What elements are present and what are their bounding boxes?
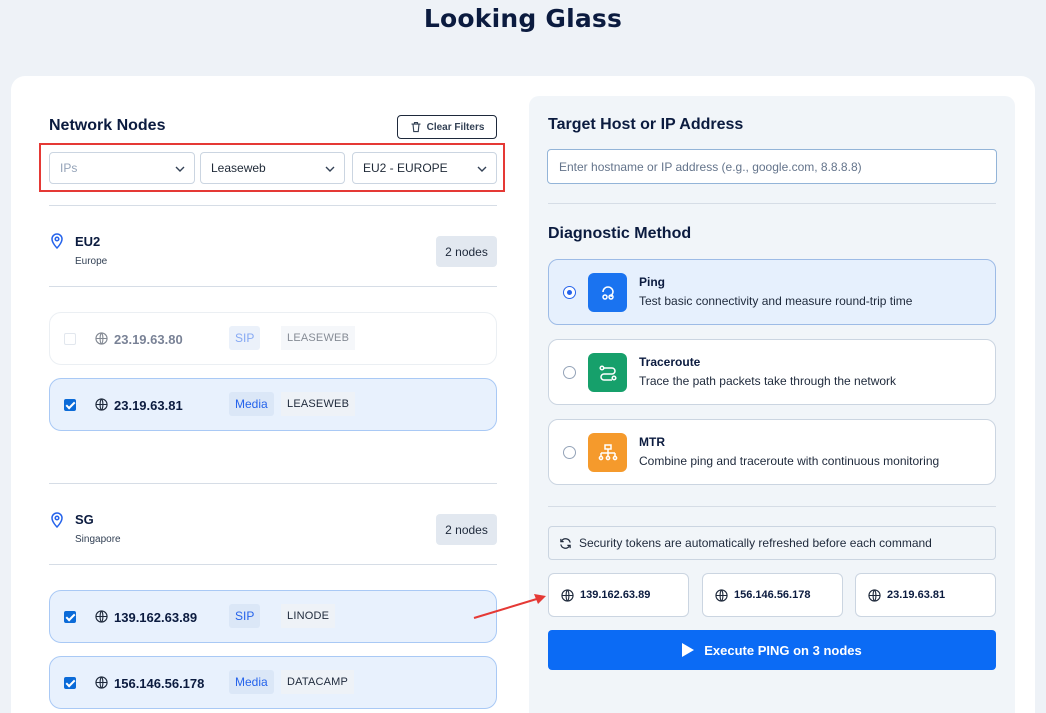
clear-filters-label: Clear Filters	[426, 121, 485, 133]
refresh-icon	[560, 537, 571, 549]
node-type-badge: SIP	[229, 326, 261, 350]
globe-icon	[715, 588, 728, 602]
node-row[interactable]: 139.162.63.89 SIP LINODE	[49, 590, 497, 643]
location-pin-icon	[51, 512, 63, 528]
divider	[49, 205, 497, 206]
divider	[49, 483, 497, 484]
node-type-badge: Media	[229, 670, 274, 694]
annotation-arrow-icon	[473, 594, 546, 619]
execute-button[interactable]: Execute PING on 3 nodes	[548, 630, 996, 670]
method-traceroute[interactable]: Traceroute Trace the path packets take t…	[548, 339, 996, 405]
node-checkbox[interactable]	[64, 333, 76, 345]
node-checkbox[interactable]	[64, 399, 76, 411]
method-description: Test basic connectivity and measure roun…	[639, 294, 913, 308]
divider	[548, 506, 996, 507]
node-checkbox[interactable]	[64, 611, 76, 623]
selected-node-chip: 156.146.56.178	[702, 573, 843, 617]
ips-filter-value: IPs	[60, 161, 78, 175]
node-count-badge: 2 nodes	[436, 236, 497, 267]
divider	[548, 203, 996, 204]
method-radio[interactable]	[563, 446, 576, 459]
execute-label: Execute PING on 3 nodes	[704, 642, 862, 658]
chevron-down-icon	[325, 166, 335, 172]
selected-node-ip: 156.146.56.178	[734, 589, 811, 601]
region-sub-sg: Singapore	[75, 534, 121, 545]
security-note: Security tokens are automatically refres…	[548, 526, 996, 560]
method-radio[interactable]	[563, 286, 576, 299]
node-ip: 23.19.63.81	[114, 398, 183, 413]
globe-icon	[95, 676, 108, 689]
region-name-eu2: EU2	[75, 234, 101, 249]
trash-icon	[411, 121, 421, 133]
diagnostic-heading: Diagnostic Method	[548, 225, 692, 242]
chevron-down-icon	[175, 166, 185, 172]
region-sub-eu2: Europe	[75, 256, 108, 267]
provider-filter-value: Leaseweb	[211, 161, 266, 175]
target-heading: Target Host or IP Address	[548, 116, 744, 133]
method-mtr[interactable]: MTR Combine ping and traceroute with con…	[548, 419, 996, 485]
method-name: MTR	[639, 435, 665, 449]
divider	[49, 564, 497, 565]
method-description: Trace the path packets take through the …	[639, 374, 897, 388]
globe-icon	[561, 588, 574, 602]
method-ping[interactable]: Ping Test basic connectivity and measure…	[548, 259, 996, 325]
node-provider: LEASEWEB	[281, 392, 356, 416]
chevron-down-icon	[477, 166, 487, 172]
node-row[interactable]: 23.19.63.81 Media LEASEWEB	[49, 378, 497, 431]
node-provider: LINODE	[281, 604, 336, 628]
route-icon	[588, 353, 627, 392]
node-row[interactable]: 156.146.56.178 Media DATACAMP	[49, 656, 497, 709]
node-count-badge: 2 nodes	[436, 514, 497, 545]
node-provider: DATACAMP	[281, 670, 355, 694]
region-filter-select[interactable]: EU2 - EUROPE	[352, 152, 497, 184]
method-radio[interactable]	[563, 366, 576, 379]
network-nodes-heading: Network Nodes	[49, 117, 166, 134]
region-filter-value: EU2 - EUROPE	[363, 161, 448, 175]
method-description: Combine ping and traceroute with continu…	[639, 454, 940, 468]
node-ip: 156.146.56.178	[114, 676, 205, 691]
method-name: Ping	[639, 275, 665, 289]
security-note-text: Security tokens are automatically refres…	[579, 536, 932, 550]
node-type-badge: Media	[229, 392, 274, 416]
selected-node-ip: 23.19.63.81	[887, 589, 946, 601]
globe-icon	[95, 610, 108, 623]
node-checkbox[interactable]	[64, 677, 76, 689]
network-tree-icon	[588, 433, 627, 472]
page-title: Looking Glass	[423, 4, 623, 33]
divider	[49, 286, 497, 287]
node-ip: 23.19.63.80	[114, 332, 183, 347]
location-pin-icon	[51, 233, 63, 249]
provider-filter-select[interactable]: Leaseweb	[200, 152, 345, 184]
globe-icon	[868, 588, 881, 602]
node-type-badge: SIP	[229, 604, 261, 628]
play-icon	[682, 643, 695, 657]
selected-node-chip: 23.19.63.81	[855, 573, 996, 617]
node-ip: 139.162.63.89	[114, 610, 198, 625]
target-host-input[interactable]	[547, 149, 997, 184]
region-name-sg: SG	[75, 512, 94, 527]
clear-filters-button[interactable]: Clear Filters	[397, 115, 497, 139]
ips-filter-select[interactable]: IPs	[49, 152, 195, 184]
globe-icon	[95, 398, 108, 411]
ping-icon	[588, 273, 627, 312]
node-provider: LEASEWEB	[281, 326, 356, 350]
method-name: Traceroute	[639, 355, 701, 369]
selected-node-chip: 139.162.63.89	[548, 573, 689, 617]
node-row[interactable]: 23.19.63.80 SIP LEASEWEB	[49, 312, 497, 365]
selected-node-ip: 139.162.63.89	[580, 589, 651, 601]
globe-icon	[95, 332, 108, 345]
